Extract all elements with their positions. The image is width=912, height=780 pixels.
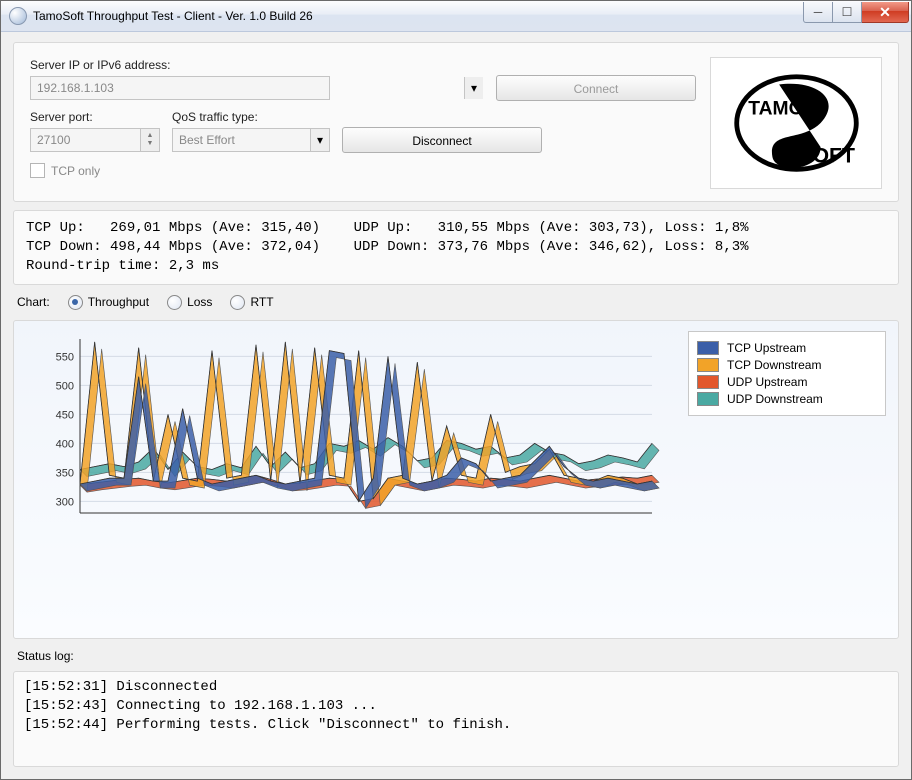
window-title: TamoSoft Throughput Test - Client - Ver.… [33,9,803,23]
svg-text:SOFT: SOFT [798,145,855,168]
server-ip-label: Server IP or IPv6 address: [30,58,484,72]
titlebar[interactable]: TamoSoft Throughput Test - Client - Ver.… [1,1,911,32]
app-window: TamoSoft Throughput Test - Client - Ver.… [0,0,912,780]
chart-label: Chart: [17,295,50,309]
status-log-label: Status log: [13,647,899,663]
close-button[interactable]: ✕ [862,2,909,23]
svg-text:500: 500 [56,380,74,392]
legend-udp-up: UDP Upstream [697,375,877,389]
svg-text:300: 300 [56,496,74,508]
minimize-button[interactable]: ─ [803,2,833,23]
server-port-label: Server port: [30,110,160,124]
chevron-down-icon[interactable]: ▾ [464,77,483,99]
radio-loss[interactable]: Loss [167,295,212,310]
chart-panel: 300 350 400 450 500 550 TCP Upstream TCP Down… [13,320,899,639]
disconnect-button[interactable]: Disconnect [342,127,542,153]
stats-panel: TCP Up: 269,01 Mbps (Ave: 315,40) UDP Up… [13,210,899,285]
svg-text:TAMO: TAMO [748,98,803,119]
legend-tcp-up: TCP Upstream [697,341,877,355]
radio-rtt[interactable]: RTT [230,295,273,310]
throughput-chart: 300 350 400 450 500 550 [26,331,674,531]
tamosoft-logo: TAMO SOFT [710,57,882,189]
tcp-only-label: TCP only [51,164,100,178]
chart-legend: TCP Upstream TCP Downstream UDP Upstream… [688,331,886,416]
port-spinner[interactable]: ▲▼ [140,129,159,151]
connect-button[interactable]: Connect [496,75,696,101]
radio-throughput[interactable]: Throughput [68,295,149,310]
connection-panel: Server IP or IPv6 address: ▾ Connect Ser… [13,42,899,202]
legend-tcp-down: TCP Downstream [697,358,877,372]
status-log[interactable]: [15:52:31] Disconnected [15:52:43] Conne… [13,671,899,767]
qos-select[interactable] [172,128,330,152]
svg-text:350: 350 [56,467,74,479]
logo-icon: TAMO SOFT [729,70,864,176]
svg-text:550: 550 [56,351,74,363]
content-area: Server IP or IPv6 address: ▾ Connect Ser… [1,32,911,779]
server-ip-input[interactable] [30,76,330,100]
legend-udp-down: UDP Downstream [697,392,877,406]
svg-text:450: 450 [56,409,74,421]
maximize-button[interactable]: ☐ [833,2,862,23]
qos-label: QoS traffic type: [172,110,330,124]
window-buttons: ─ ☐ ✕ [803,2,909,22]
checkbox-icon [30,163,45,178]
svg-text:400: 400 [56,438,74,450]
chart-selector-row: Chart: Throughput Loss RTT [13,293,899,312]
app-icon [9,7,27,25]
chevron-down-icon[interactable]: ▾ [310,129,329,151]
tcp-only-checkbox[interactable]: TCP only [30,163,696,178]
